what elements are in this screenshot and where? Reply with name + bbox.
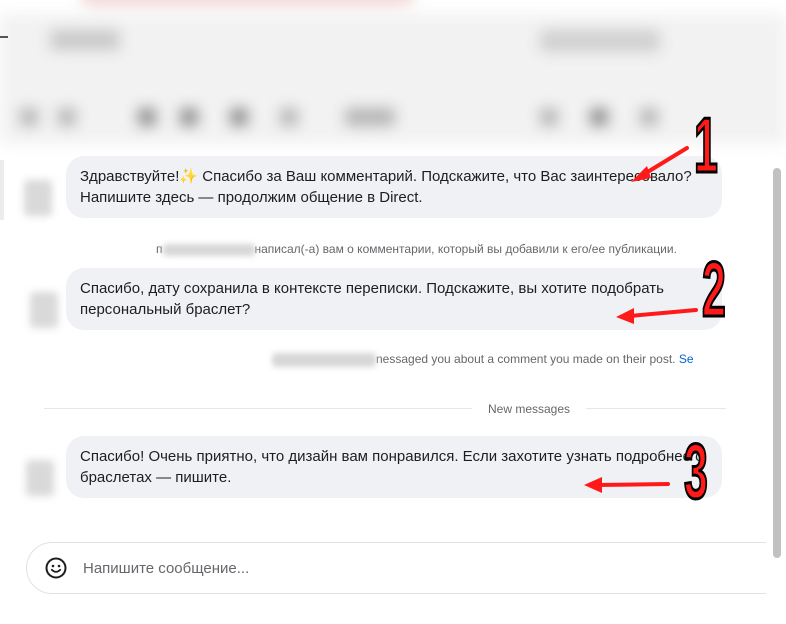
message-composer[interactable]: Напишите сообщение... — [26, 542, 766, 594]
message-input[interactable]: Напишите сообщение... — [83, 560, 249, 577]
blurred-toolbar-icon — [640, 108, 658, 126]
avatar[interactable] — [30, 292, 58, 328]
red-arrow-icon — [631, 146, 689, 182]
blurred-toolbar-icon — [58, 108, 76, 126]
blurred-toolbar-icon — [138, 108, 156, 126]
comment-notice-ru: п написал(-а) вам о комментарии, который … — [156, 242, 677, 256]
chat-thread: Здравствуйте!✨ Спасибо за Ваш комментари… — [0, 144, 766, 624]
blurred-toolbar-icon — [180, 108, 198, 126]
blurred-header-action — [540, 30, 660, 52]
blurred-toolbar-icon — [345, 108, 395, 126]
scrollbar[interactable] — [773, 168, 781, 558]
new-messages-label: New messages — [472, 402, 587, 416]
message-text: Спасибо, дату сохранила в контексте пере… — [80, 280, 664, 318]
notice-text: nessaged you about a comment you made on… — [376, 352, 676, 366]
new-messages-divider — [44, 408, 726, 409]
blurred-toolbar-icon — [540, 108, 558, 126]
annotation-number: 2 — [701, 245, 727, 333]
annotation-number: 3 — [683, 427, 709, 515]
message-text: Здравствуйте!✨ Спасибо за Ваш комментари… — [80, 168, 692, 206]
blurred-toolbar-icon — [590, 108, 608, 126]
blurred-title — [50, 30, 120, 50]
comment-notice-en: nessaged you about a comment you made on… — [272, 352, 694, 367]
blurred-username — [272, 352, 376, 367]
blurred-top-pill — [80, 0, 415, 6]
red-arrow-icon — [616, 308, 698, 324]
annotation-number: 1 — [693, 101, 719, 189]
red-arrow-icon — [584, 477, 670, 493]
notice-prefix: п — [156, 242, 163, 256]
avatar[interactable] — [26, 460, 54, 496]
blurred-username — [162, 243, 255, 256]
see-link[interactable]: Se — [679, 352, 694, 366]
blurred-toolbar-icon — [280, 108, 298, 126]
message-bubble: Здравствуйте!✨ Спасибо за Ваш комментари… — [66, 156, 722, 218]
smiley-icon[interactable] — [45, 557, 67, 579]
header-edge — [0, 36, 8, 38]
blurred-toolbar-icon — [20, 108, 38, 126]
blurred-toolbar-icon — [230, 108, 248, 126]
notice-text: написал(-а) вам о комментарии, который в… — [254, 242, 677, 256]
avatar[interactable] — [24, 180, 52, 216]
